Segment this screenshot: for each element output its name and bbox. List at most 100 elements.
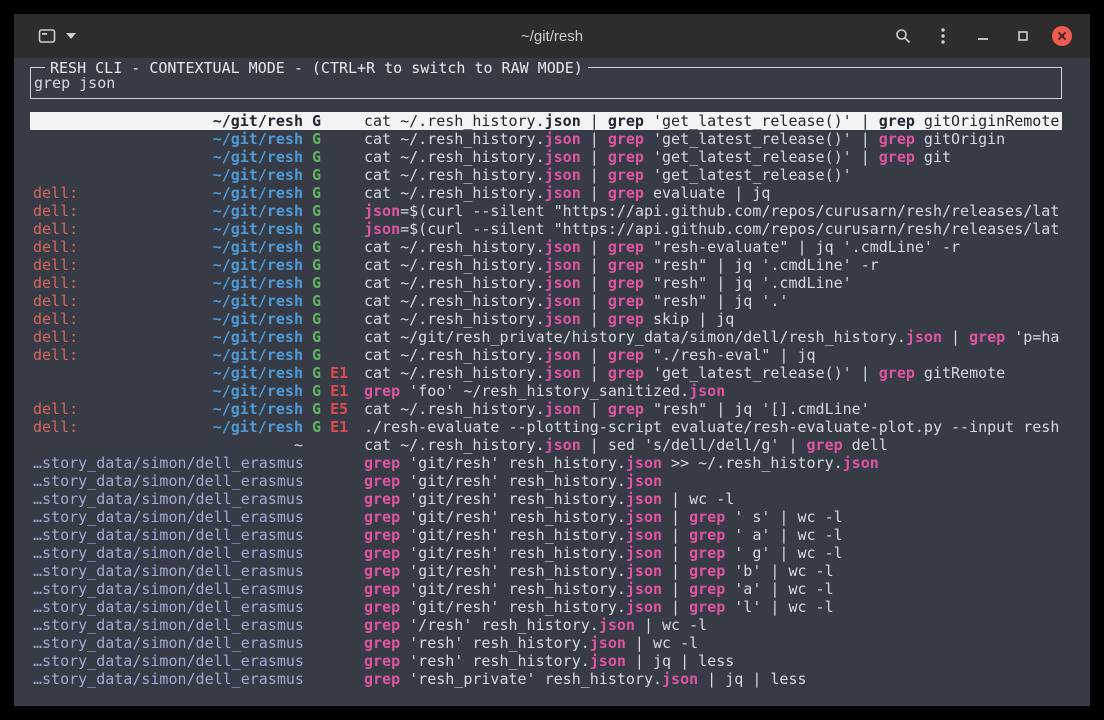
menu-button[interactable]: [932, 25, 954, 47]
row-command: cat ~/.resh_history.json | grep 'get_lat…: [364, 166, 1062, 184]
row-location: …story_data/simon/dell_erasmus: [33, 472, 303, 490]
exit-code-flag: E1: [330, 364, 348, 382]
history-row[interactable]: dell:~/git/reshG E1./resh-evaluate --plo…: [30, 418, 1062, 436]
row-command: cat ~/.resh_history.json | grep evaluate…: [364, 184, 1062, 202]
git-flag: G: [312, 238, 321, 256]
history-row[interactable]: …story_data/simon/dell_erasmusgrep 'git/…: [30, 472, 1062, 490]
row-location: dell:~/git/resh: [33, 310, 303, 328]
row-flags: G: [303, 238, 364, 256]
history-row[interactable]: dell:~/git/reshGjson=$(curl --silent "ht…: [30, 202, 1062, 220]
new-terminal-button[interactable]: [38, 28, 76, 44]
restore-icon: [1017, 30, 1029, 42]
close-button[interactable]: [1052, 26, 1072, 46]
row-location: …story_data/simon/dell_erasmus: [33, 544, 303, 562]
query-match: json: [545, 130, 581, 148]
titlebar: ~/git/resh: [14, 14, 1090, 58]
query-match: grep: [879, 112, 915, 130]
row-location: …story_data/simon/dell_erasmus: [33, 652, 303, 670]
row-location: ~/git/resh: [33, 382, 303, 400]
row-flags: [303, 652, 364, 670]
history-row[interactable]: …story_data/simon/dell_erasmusgrep 'git/…: [30, 562, 1062, 580]
row-host: dell:: [33, 346, 78, 364]
history-row[interactable]: ~/git/reshG E1cat ~/.resh_history.json |…: [30, 364, 1062, 382]
history-row[interactable]: dell:~/git/reshGcat ~/.resh_history.json…: [30, 274, 1062, 292]
row-flags: [303, 598, 364, 616]
row-flags: G E1: [303, 364, 364, 382]
history-row[interactable]: dell:~/git/reshG E5cat ~/.resh_history.j…: [30, 400, 1062, 418]
row-pwd: ~/git/resh: [213, 274, 303, 292]
row-location: dell: ~/git/resh: [33, 346, 303, 364]
row-command: cat ~/.resh_history.json | sed 's/dell/d…: [364, 436, 1062, 454]
row-location: …story_data/simon/dell_erasmus: [33, 508, 303, 526]
history-row[interactable]: …story_data/simon/dell_erasmusgrep 'git/…: [30, 526, 1062, 544]
history-row[interactable]: …story_data/simon/dell_erasmusgrep 'git/…: [30, 580, 1062, 598]
query-match: json: [599, 616, 635, 634]
history-row[interactable]: ~/git/reshGcat ~/.resh_history.json | gr…: [30, 130, 1062, 148]
query-match: grep: [879, 364, 915, 382]
terminal-content: RESH CLI - CONTEXTUAL MODE - (CTRL+R to …: [14, 58, 1090, 706]
history-row[interactable]: ~/git/reshGcat ~/.resh_history.json | gr…: [30, 148, 1062, 166]
restore-button[interactable]: [1012, 25, 1034, 47]
query-match: json: [545, 238, 581, 256]
history-row[interactable]: …story_data/simon/dell_erasmusgrep 'git/…: [30, 454, 1062, 472]
history-row[interactable]: dell:~/git/reshGcat ~/.resh_history.json…: [30, 310, 1062, 328]
history-row[interactable]: …story_data/simon/dell_erasmusgrep 'git/…: [30, 544, 1062, 562]
history-row[interactable]: …story_data/simon/dell_erasmusgrep '/res…: [30, 616, 1062, 634]
history-row[interactable]: ~/git/reshGcat ~/.resh_history.json | gr…: [30, 166, 1062, 184]
row-location: dell:~/git/resh: [33, 184, 303, 202]
minimize-button[interactable]: [972, 25, 994, 47]
row-flags: G: [303, 220, 364, 238]
history-row[interactable]: …story_data/simon/dell_erasmusgrep 'resh…: [30, 670, 1062, 688]
history-row[interactable]: ~/git/reshG E1grep 'foo' ~/resh_history_…: [30, 382, 1062, 400]
row-location: dell:~/git/resh: [33, 400, 303, 418]
history-row[interactable]: …story_data/simon/dell_erasmusgrep 'resh…: [30, 634, 1062, 652]
history-row[interactable]: ~ cat ~/.resh_history.json | sed 's/dell/…: [30, 436, 1062, 454]
row-flags: G: [303, 202, 364, 220]
history-row[interactable]: …story_data/simon/dell_erasmusgrep 'git/…: [30, 490, 1062, 508]
query-match: grep: [364, 508, 400, 526]
row-flags: G: [303, 292, 364, 310]
query-match: json: [626, 508, 662, 526]
row-pwd: ~/git/resh: [213, 112, 303, 130]
history-row-selected[interactable]: ~/git/reshGcat ~/.resh_history.json | gr…: [30, 112, 1062, 130]
git-flag: G: [312, 400, 321, 418]
query-match: grep: [608, 310, 644, 328]
query-match: json: [545, 256, 581, 274]
row-location: dell:~/git/resh: [33, 418, 303, 436]
history-row[interactable]: dell:~/git/reshGcat ~/.resh_history.json…: [30, 238, 1062, 256]
row-pwd: ~/git/resh: [213, 382, 303, 400]
history-row[interactable]: dell:~/git/reshGcat ~/git/resh_private/h…: [30, 328, 1062, 346]
row-host: dell:: [33, 238, 78, 256]
search-button[interactable]: [892, 25, 914, 47]
query-match: grep: [608, 364, 644, 382]
query-match: json: [545, 184, 581, 202]
row-location: dell:~/git/resh: [33, 292, 303, 310]
query-match: grep: [364, 634, 400, 652]
row-location: …story_data/simon/dell_erasmus: [33, 670, 303, 688]
row-location: dell:~/git/resh: [33, 238, 303, 256]
history-row[interactable]: dell:~/git/reshGcat ~/.resh_history.json…: [30, 256, 1062, 274]
query-match: grep: [364, 562, 400, 580]
chevron-down-icon: [66, 33, 76, 39]
query-match: grep: [364, 616, 400, 634]
query-match: json: [662, 670, 698, 688]
history-row[interactable]: …story_data/simon/dell_erasmusgrep 'resh…: [30, 652, 1062, 670]
query-match: grep: [608, 130, 644, 148]
history-row[interactable]: dell:~/git/reshGcat ~/.resh_history.json…: [30, 292, 1062, 310]
row-pwd: …story_data/simon/dell_erasmus: [33, 652, 303, 670]
row-command: cat ~/.resh_history.json | grep 'get_lat…: [364, 112, 1062, 130]
history-row[interactable]: …story_data/simon/dell_erasmusgrep 'git/…: [30, 508, 1062, 526]
row-pwd: ~/git/resh: [213, 148, 303, 166]
query-match: grep: [879, 130, 915, 148]
history-row[interactable]: …story_data/simon/dell_erasmusgrep 'git/…: [30, 598, 1062, 616]
row-pwd: ~/git/resh: [213, 256, 303, 274]
row-location: ~/git/resh: [33, 148, 303, 166]
history-row[interactable]: dell:~/git/reshGcat ~/.resh_history.json…: [30, 346, 1062, 364]
git-flag: G: [312, 418, 321, 436]
row-flags: [303, 580, 364, 598]
row-location: ~: [33, 436, 303, 454]
history-row[interactable]: dell:~/git/reshGcat ~/.resh_history.json…: [30, 184, 1062, 202]
row-pwd: ~/git/resh: [213, 346, 303, 364]
history-row[interactable]: dell:~/git/reshGjson=$(curl --silent "ht…: [30, 220, 1062, 238]
query-match: grep: [608, 274, 644, 292]
